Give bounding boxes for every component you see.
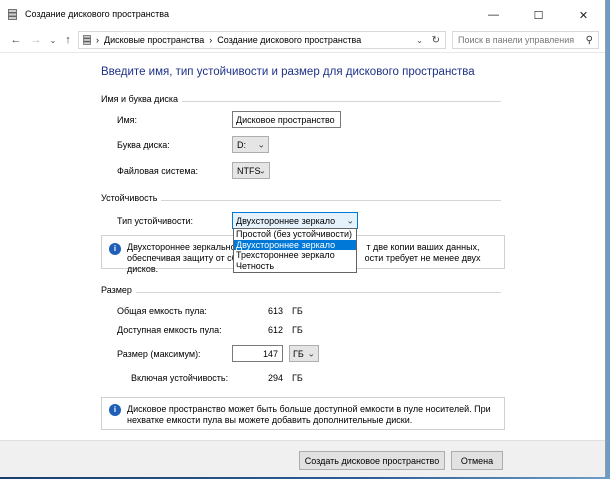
size-info-text: Дисковое пространство может быть больше … xyxy=(127,404,491,425)
info-icon: i xyxy=(109,404,121,416)
chevron-down-icon: ⌄ xyxy=(346,215,354,225)
dropdown-option[interactable]: Простой (без устойчивости) xyxy=(234,229,356,240)
name-label: Имя: xyxy=(117,115,138,125)
back-button[interactable]: ← xyxy=(8,32,24,48)
size-unit-select[interactable]: ГБ ⌄ xyxy=(289,345,319,362)
breadcrumb-separator: › xyxy=(209,35,213,45)
maximize-button[interactable]: ☐ xyxy=(516,0,561,30)
title-bar: Создание дискового пространства — ☐ ✕ xyxy=(0,0,605,30)
page-heading: Введите имя, тип устойчивости и размер д… xyxy=(101,66,475,78)
info-text-part: т две копии ваших данных, xyxy=(366,242,480,252)
search-input[interactable]: Поиск в панели управления xyxy=(458,35,586,45)
search-box[interactable]: Поиск в панели управления ⚲ xyxy=(452,31,599,49)
minimize-icon: — xyxy=(488,9,499,21)
cancel-button[interactable]: Отмена xyxy=(451,451,503,470)
including-resiliency-value: 294 xyxy=(268,373,284,383)
up-arrow-icon: ↑ xyxy=(65,34,71,46)
including-resiliency-label: Включая устойчивость: xyxy=(131,373,229,383)
refresh-icon[interactable]: ↻ xyxy=(432,35,440,46)
including-resiliency-unit: ГБ xyxy=(292,373,303,383)
window-title: Создание дискового пространства xyxy=(25,9,169,19)
section-divider xyxy=(101,200,501,201)
chevron-down-icon: ⌄ xyxy=(258,165,266,175)
storage-spaces-icon xyxy=(8,9,17,20)
maximize-icon: ☐ xyxy=(533,9,544,22)
create-storage-space-button[interactable]: Создать дисковое пространство xyxy=(299,451,445,470)
dropdown-option[interactable]: Трехстороннее зеркало xyxy=(234,250,356,261)
drive-letter-select[interactable]: D: ⌄ xyxy=(232,136,269,153)
total-capacity-value: 613 xyxy=(268,306,284,316)
section-resiliency: Устойчивость xyxy=(101,193,501,205)
breadcrumb-current[interactable]: Создание дискового пространства xyxy=(217,35,361,45)
available-capacity-label: Доступная емкость пула: xyxy=(117,325,222,335)
dropdown-option[interactable]: Четность xyxy=(234,261,356,272)
window: Создание дискового пространства — ☐ ✕ ← … xyxy=(0,0,606,477)
address-bar[interactable]: › Дисковые пространства › Создание диско… xyxy=(78,31,446,49)
forward-arrow-icon: → xyxy=(30,34,42,46)
breadcrumb-separator: › xyxy=(96,35,99,45)
drive-letter-label: Буква диска: xyxy=(117,140,170,150)
resiliency-type-value: Двухстороннее зеркало xyxy=(236,215,336,226)
back-arrow-icon: ← xyxy=(10,34,22,46)
section-divider xyxy=(101,292,501,293)
size-max-label: Размер (максимум): xyxy=(117,349,201,359)
close-button[interactable]: ✕ xyxy=(561,0,606,30)
dropdown-option-selected[interactable]: Двухстороннее зеркало xyxy=(234,239,356,250)
size-input[interactable]: 147 xyxy=(232,345,283,362)
available-capacity-unit: ГБ xyxy=(292,325,303,335)
resiliency-type-label: Тип устойчивости: xyxy=(117,216,194,226)
size-input-value: 147 xyxy=(262,348,278,359)
file-system-value: NTFS xyxy=(237,165,261,176)
minimize-button[interactable]: — xyxy=(471,0,516,30)
section-title: Размер xyxy=(101,285,136,295)
info-text-part: обеспечивая защиту от сбоя xyxy=(127,253,247,263)
search-icon[interactable]: ⚲ xyxy=(586,35,593,46)
resiliency-dropdown-list: Простой (без устойчивости) Двухстороннее… xyxy=(233,228,357,273)
section-name-and-letter: Имя и буква диска xyxy=(101,94,501,106)
close-icon: ✕ xyxy=(578,9,589,22)
up-button[interactable]: ↑ xyxy=(60,32,76,48)
chevron-down-icon: ⌄ xyxy=(307,348,315,358)
file-system-label: Файловая система: xyxy=(117,166,199,176)
navigation-bar: ← → ⌄ ↑ › Дисковые пространства › Создан… xyxy=(0,30,605,52)
section-title: Устойчивость xyxy=(101,193,162,203)
name-field-value: Дисковое пространство xyxy=(236,114,335,125)
total-capacity-label: Общая емкость пула: xyxy=(117,306,207,316)
available-capacity-value: 612 xyxy=(268,325,284,335)
forward-button[interactable]: → xyxy=(28,32,44,48)
storage-spaces-icon xyxy=(83,35,91,45)
breadcrumb-root[interactable]: Дисковые пространства xyxy=(104,35,204,45)
chevron-down-icon: ⌄ xyxy=(49,35,57,45)
info-icon: i xyxy=(109,243,121,255)
recent-locations-button[interactable]: ⌄ xyxy=(45,32,61,48)
header-divider xyxy=(0,52,605,53)
address-dropdown-icon[interactable]: ⌄ xyxy=(416,36,423,45)
resiliency-type-select[interactable]: Двухстороннее зеркало ⌄ xyxy=(232,212,358,229)
file-system-select[interactable]: NTFS ⌄ xyxy=(232,162,270,179)
size-unit-value: ГБ xyxy=(293,348,304,359)
section-title: Имя и буква диска xyxy=(101,94,183,104)
drive-letter-value: D: xyxy=(237,139,246,150)
section-size: Размер xyxy=(101,285,501,297)
total-capacity-unit: ГБ xyxy=(292,306,303,316)
size-info-box: i Дисковое пространство может быть больш… xyxy=(101,397,505,430)
name-field[interactable]: Дисковое пространство xyxy=(232,111,341,128)
info-text-part: Двухстороннее зеркальное д xyxy=(127,242,249,252)
chevron-down-icon: ⌄ xyxy=(257,139,265,149)
dialog-footer: Создать дисковое пространство Отмена xyxy=(0,440,605,477)
